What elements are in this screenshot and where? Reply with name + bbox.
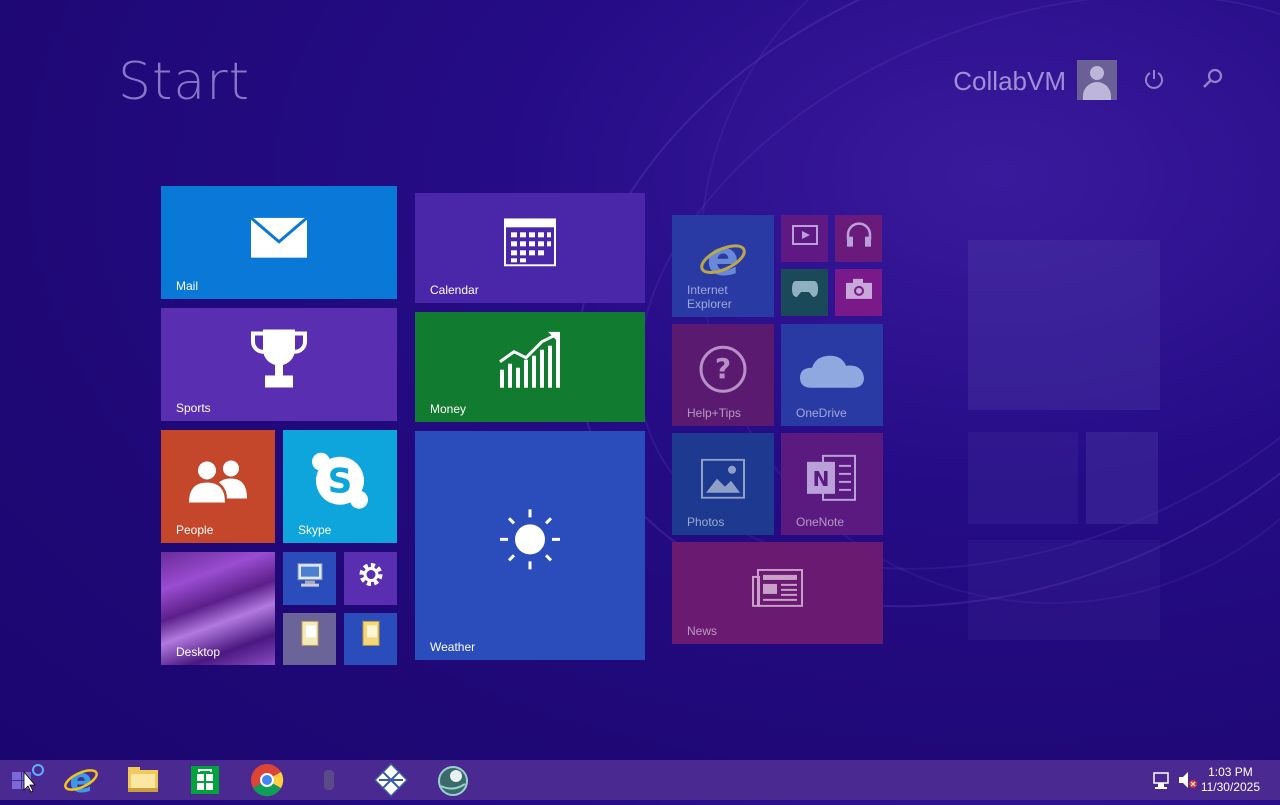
internet-explorer-icon: e bbox=[698, 231, 748, 290]
tile-skype[interactable]: S Skype bbox=[283, 430, 397, 543]
video-icon bbox=[791, 224, 818, 250]
tile-desktop[interactable]: Desktop bbox=[161, 552, 275, 665]
taskbar: e 1:03 PM 11/30/2025 bbox=[0, 760, 1280, 801]
folder-icon bbox=[298, 619, 322, 654]
tile-label: Help+Tips bbox=[687, 406, 741, 420]
svg-text:N: N bbox=[813, 467, 830, 491]
power-icon[interactable] bbox=[1143, 68, 1165, 90]
folder-icon bbox=[359, 619, 383, 654]
tile-label: Internet Explorer bbox=[687, 283, 732, 311]
svg-text:S: S bbox=[328, 461, 353, 501]
avatar-body bbox=[1083, 82, 1111, 100]
tile-onenote[interactable]: N OneNote bbox=[781, 433, 883, 535]
svg-text:e: e bbox=[707, 235, 740, 285]
tile-pc-settings[interactable] bbox=[344, 552, 397, 605]
tile-news[interactable]: News bbox=[672, 542, 883, 644]
newspaper-icon bbox=[751, 568, 804, 612]
globe-app-icon[interactable] bbox=[429, 760, 477, 800]
svg-text:e: e bbox=[69, 761, 92, 800]
tile-photos[interactable]: Photos bbox=[672, 433, 774, 535]
store-icon[interactable] bbox=[181, 760, 229, 800]
tile-label: People bbox=[176, 523, 214, 537]
tile-help-tips[interactable]: ? Help+Tips bbox=[672, 324, 774, 426]
start-button[interactable] bbox=[0, 760, 48, 800]
tile-label: Sports bbox=[176, 401, 211, 415]
gamepad-icon bbox=[791, 279, 819, 304]
tile-people[interactable]: People bbox=[161, 430, 275, 543]
tile-this-pc[interactable] bbox=[283, 552, 336, 605]
tile-label: Mail bbox=[176, 279, 199, 293]
tile-documents[interactable] bbox=[283, 613, 336, 665]
background-swirl bbox=[551, 0, 1280, 680]
computer-icon bbox=[295, 561, 325, 592]
background-ghost-tile bbox=[968, 240, 1160, 410]
tile-file-explorer[interactable] bbox=[344, 613, 397, 665]
app-grey-icon[interactable] bbox=[305, 760, 353, 800]
svg-text:?: ? bbox=[715, 352, 731, 385]
tile-label: Skype bbox=[298, 523, 332, 537]
tile-mail[interactable]: Mail bbox=[161, 186, 397, 299]
background-ghost-tile bbox=[1086, 432, 1158, 524]
onenote-icon: N bbox=[805, 450, 859, 511]
clock-time: 1:03 PM bbox=[1208, 765, 1253, 779]
photo-icon bbox=[701, 458, 745, 504]
tile-label: OneDrive bbox=[796, 406, 847, 420]
clock[interactable]: 1:03 PM 11/30/2025 bbox=[1201, 765, 1260, 795]
background-ghost-tile bbox=[968, 540, 1160, 640]
user-avatar[interactable] bbox=[1077, 60, 1117, 100]
tile-games[interactable] bbox=[781, 269, 828, 316]
tile-label: News bbox=[687, 624, 718, 638]
trophy-icon bbox=[247, 327, 311, 394]
file-explorer-icon[interactable] bbox=[119, 760, 167, 800]
background-ghost-tile bbox=[968, 432, 1078, 524]
avatar-head bbox=[1090, 66, 1104, 80]
tile-calendar[interactable]: Calendar bbox=[415, 193, 645, 303]
tile-onedrive[interactable]: OneDrive bbox=[781, 324, 883, 426]
mail-icon bbox=[250, 216, 308, 262]
tile-weather[interactable]: Weather bbox=[415, 431, 645, 660]
tile-label: Money bbox=[430, 402, 467, 416]
sun-icon bbox=[498, 507, 562, 576]
chart-up-icon bbox=[498, 331, 562, 395]
tile-label: Photos bbox=[687, 515, 725, 529]
tile-label: Weather bbox=[430, 640, 476, 654]
skype-icon: S bbox=[311, 451, 369, 514]
help-icon: ? bbox=[698, 344, 748, 399]
tile-money[interactable]: Money bbox=[415, 312, 645, 422]
tile-label: OneNote bbox=[796, 515, 845, 529]
internet-explorer-icon[interactable]: e bbox=[57, 760, 105, 801]
tile-camera[interactable] bbox=[835, 269, 882, 316]
page-title: Start bbox=[118, 52, 251, 112]
people-icon bbox=[187, 458, 249, 509]
tile-sports[interactable]: Sports bbox=[161, 308, 397, 421]
network-icon[interactable] bbox=[1150, 760, 1174, 800]
calendar-icon bbox=[504, 218, 556, 271]
gear-icon bbox=[357, 560, 385, 593]
tile-internet-explorer[interactable]: e Internet Explorer bbox=[672, 215, 774, 317]
camera-icon bbox=[845, 277, 873, 304]
headphones-icon bbox=[845, 221, 873, 252]
user-name[interactable]: CollabVM bbox=[953, 66, 1066, 97]
tile-music[interactable] bbox=[835, 215, 882, 262]
search-icon[interactable] bbox=[1200, 66, 1226, 92]
tile-label: Calendar bbox=[430, 283, 479, 297]
diamond-app-icon[interactable] bbox=[367, 760, 415, 800]
chrome-icon[interactable] bbox=[243, 760, 291, 800]
volume-muted-icon[interactable] bbox=[1176, 760, 1200, 800]
clock-date: 11/30/2025 bbox=[1200, 780, 1260, 794]
tile-video[interactable] bbox=[781, 215, 828, 262]
tile-label: Desktop bbox=[176, 645, 221, 659]
cloud-icon bbox=[798, 350, 866, 395]
